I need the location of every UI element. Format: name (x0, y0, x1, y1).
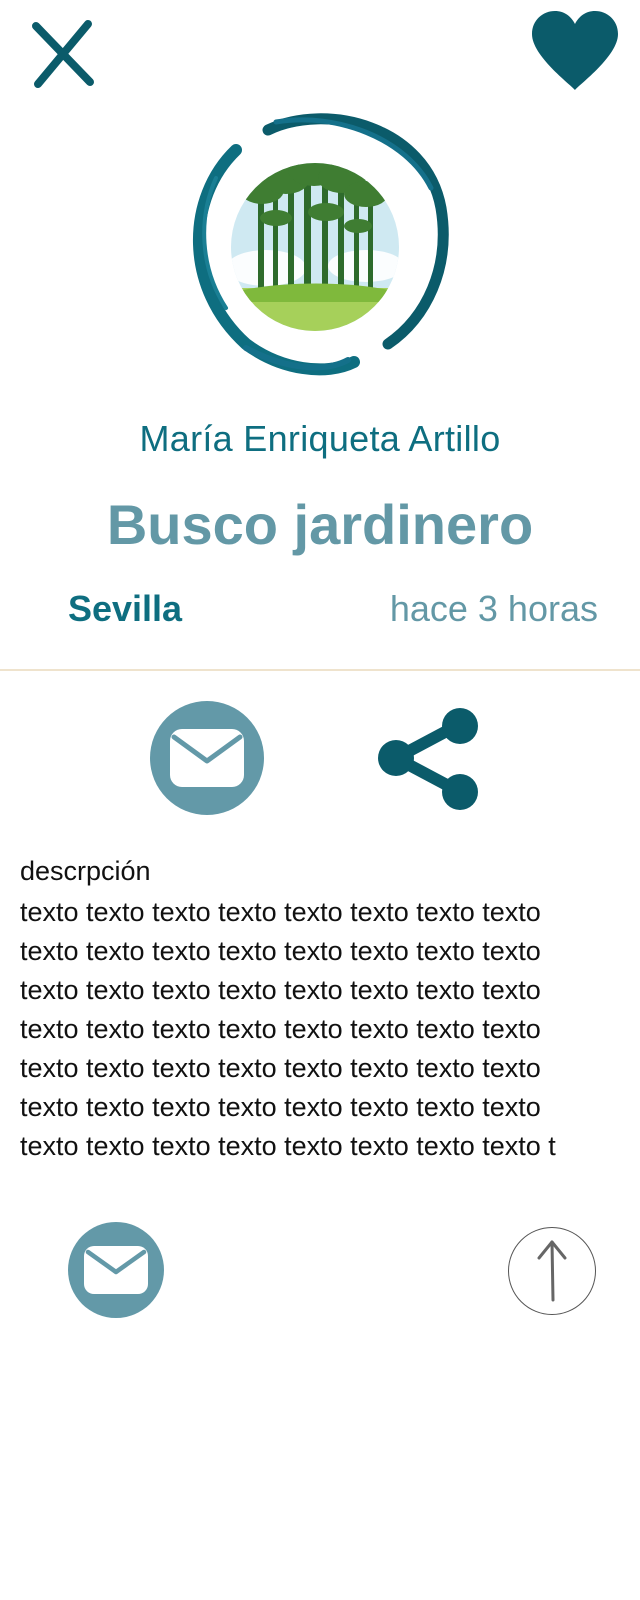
close-button[interactable] (26, 18, 98, 90)
posted-time: hace 3 horas (389, 588, 598, 629)
contact-mail-button-bottom[interactable] (68, 1222, 164, 1318)
listing-location: Sevilla (68, 588, 183, 629)
description-text: texto texto texto texto texto texto text… (20, 897, 556, 1161)
listing-title: Busco jardinero (106, 493, 534, 556)
heart-icon (532, 11, 618, 90)
divider (0, 669, 640, 671)
close-icon (32, 20, 94, 88)
mail-icon (170, 729, 244, 787)
favorite-button[interactable] (530, 10, 620, 92)
scroll-top-button[interactable] (508, 1227, 596, 1315)
description-label: descrpción (20, 856, 151, 886)
share-button[interactable] (376, 708, 480, 812)
mail-icon (84, 1246, 148, 1294)
contact-mail-button[interactable] (150, 701, 264, 815)
profile-logo (176, 108, 454, 380)
arrow-up-icon (537, 1240, 567, 1302)
share-icon (378, 708, 478, 810)
forest-logo (193, 113, 449, 376)
author-name: María Enriqueta Artillo (139, 418, 501, 459)
